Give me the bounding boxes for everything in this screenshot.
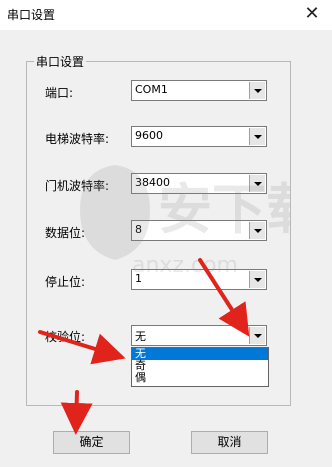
chevron-down-icon[interactable] [249,128,265,145]
parity-dropdown-list: 无 奇 偶 [131,347,269,387]
stop-bits-select[interactable]: 1 [131,269,267,290]
port-label: 端口: [45,86,74,100]
data-bits-label: 数据位: [45,226,86,240]
port-select[interactable]: COM1 [131,80,267,101]
parity-label: 校验位: [45,330,86,344]
stop-bits-value: 1 [135,272,142,285]
chevron-down-icon[interactable] [249,82,265,99]
parity-option-odd[interactable]: 奇 [132,360,268,372]
parity-value: 无 [135,330,146,343]
door-baud-value: 38400 [135,176,170,189]
parity-option-even[interactable]: 偶 [132,372,268,384]
parity-option-none[interactable]: 无 [132,348,268,360]
elevator-baud-label: 电梯波特率: [45,132,110,146]
window-title: 串口设置 [7,8,56,22]
title-bar: 串口设置 ✕ [0,0,332,30]
cancel-button[interactable]: 取消 [191,431,268,454]
chevron-down-icon[interactable] [249,327,265,344]
chevron-down-icon[interactable] [249,271,265,288]
chevron-down-icon[interactable] [249,222,265,239]
data-bits-value: 8 [135,223,142,236]
elevator-baud-value: 9600 [135,129,163,142]
stop-bits-label: 停止位: [45,275,86,289]
chevron-down-icon[interactable] [249,175,265,192]
door-baud-select[interactable]: 38400 [131,173,267,194]
port-value: COM1 [135,83,168,96]
group-title: 串口设置 [34,53,87,70]
close-icon[interactable]: ✕ [300,2,324,26]
elevator-baud-select[interactable]: 9600 [131,126,267,147]
ok-button[interactable]: 确定 [53,431,130,454]
parity-select[interactable]: 无 [131,325,267,346]
data-bits-select[interactable]: 8 [131,220,267,241]
door-baud-label: 门机波特率: [45,179,110,193]
